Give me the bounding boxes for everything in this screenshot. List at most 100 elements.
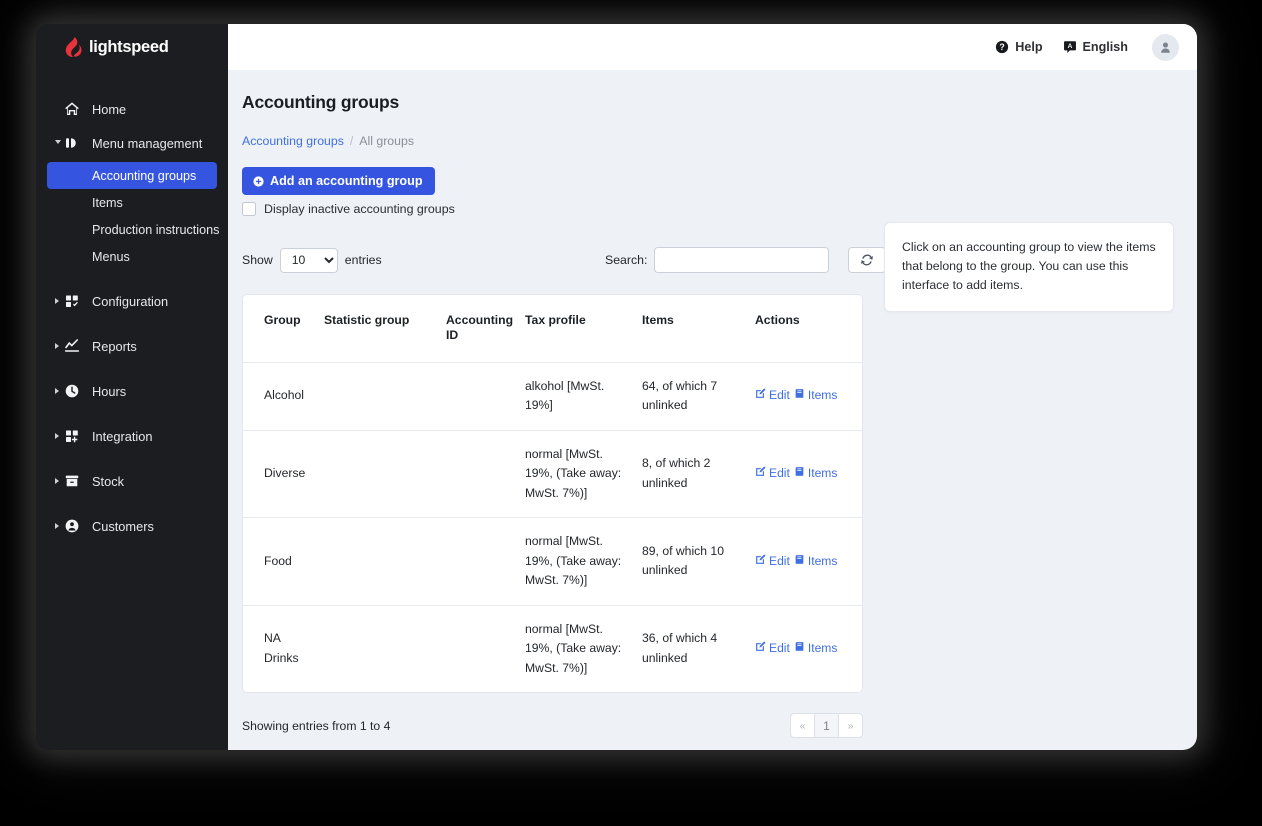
sidebar-item-label: Home (92, 101, 127, 117)
sidebar-item-production-instructions[interactable]: Production instructions (36, 216, 228, 243)
sidebar-item-configuration[interactable]: Configuration (36, 284, 228, 318)
clock-icon (63, 383, 80, 400)
cell-accounting-id (446, 517, 525, 606)
cell-items: 8, of which 2 unlinked (642, 430, 755, 519)
column-header-statistic-group[interactable]: Statistic group (324, 295, 446, 363)
items-link[interactable]: Items (794, 639, 838, 658)
add-accounting-group-label: Add an accounting group (270, 174, 423, 188)
application-window: lightspeed Home Menu management Accounti… (36, 24, 1197, 750)
cell-actions: Edit Items (755, 517, 862, 606)
items-label: Items (807, 553, 838, 568)
pagination-prev[interactable]: « (790, 713, 815, 739)
svg-text:A: A (1067, 43, 1072, 50)
cell-group: Food (243, 517, 324, 606)
page-size-select[interactable]: 102550100 (279, 247, 338, 273)
sidebar-submenu-menu-management: Accounting groups Items Production instr… (36, 162, 228, 270)
cell-items: 89, of which 10 unlinked (642, 517, 755, 606)
column-header-tax-profile[interactable]: Tax profile (525, 295, 642, 363)
chevron-right-icon (55, 478, 59, 484)
edit-icon (755, 639, 766, 658)
items-link[interactable]: Items (794, 552, 838, 571)
edit-label: Edit (769, 388, 790, 403)
cell-items: 64, of which 7 unlinked (642, 362, 755, 431)
help-icon: ? (995, 40, 1009, 54)
sidebar-item-home[interactable]: Home (36, 92, 228, 126)
top-bar: ? Help A English (228, 24, 1197, 70)
sidebar-item-integration[interactable]: Integration (36, 419, 228, 453)
items-book-icon (794, 464, 805, 483)
help-button[interactable]: ? Help (995, 40, 1043, 54)
edit-icon (755, 386, 766, 405)
breadcrumb: Accounting groups / All groups (242, 134, 1181, 148)
table-row[interactable]: Diverse normal [MwSt. 19%, (Take away: M… (243, 430, 862, 519)
items-label: Items (807, 641, 838, 656)
sidebar-item-stock[interactable]: Stock (36, 464, 228, 498)
brand-name: lightspeed (89, 37, 169, 56)
add-accounting-group-button[interactable]: Add an accounting group (242, 167, 435, 195)
stock-icon (63, 473, 80, 490)
sidebar-subitem-label: Menus (92, 249, 130, 264)
edit-link[interactable]: Edit (755, 386, 790, 405)
breadcrumb-link-accounting-groups[interactable]: Accounting groups (242, 134, 344, 148)
language-switcher[interactable]: A English (1063, 40, 1128, 54)
cell-statistic-group (324, 430, 446, 519)
breadcrumb-current: All groups (359, 134, 414, 148)
sidebar-item-menu-management[interactable]: Menu management (36, 126, 228, 160)
menu-management-icon (63, 135, 80, 152)
lightspeed-flame-icon (65, 37, 82, 57)
display-inactive-row: Display inactive accounting groups (242, 202, 1181, 216)
table-row[interactable]: Food normal [MwSt. 19%, (Take away: MwSt… (243, 517, 862, 606)
display-inactive-checkbox[interactable] (242, 202, 256, 216)
avatar[interactable] (1152, 33, 1179, 61)
items-book-icon (794, 386, 805, 405)
sidebar-subitem-label: Accounting groups (92, 168, 197, 183)
items-label: Items (807, 466, 838, 481)
cell-accounting-id (446, 362, 525, 431)
items-link[interactable]: Items (794, 464, 838, 483)
sidebar-item-items[interactable]: Items (36, 189, 228, 216)
sidebar-item-label: Customers (92, 518, 154, 534)
edit-link[interactable]: Edit (755, 639, 790, 658)
table-footer: Showing entries from 1 to 4 « 1 » (242, 713, 863, 739)
pagination-page-1[interactable]: 1 (814, 713, 839, 739)
pagination-next[interactable]: » (838, 713, 863, 739)
sidebar-item-menus[interactable]: Menus (36, 243, 228, 270)
brand-logo[interactable]: lightspeed (36, 24, 228, 70)
column-header-accounting-id[interactable]: Accounting ID (446, 295, 525, 363)
cell-statistic-group (324, 605, 446, 692)
cell-actions: Edit Items (755, 605, 862, 692)
home-icon (63, 101, 80, 118)
table-row[interactable]: Alcohol alkohol [MwSt. 19%] 64, of which… (243, 362, 862, 431)
edit-icon (755, 552, 766, 571)
items-link[interactable]: Items (794, 386, 837, 405)
page-size-group: Show 102550100 entries (242, 247, 382, 273)
sidebar-item-label: Integration (92, 428, 153, 444)
cell-tax-profile: alkohol [MwSt. 19%] (525, 362, 642, 431)
chevron-right-icon (55, 433, 59, 439)
search-input[interactable] (654, 247, 830, 273)
sidebar-item-hours[interactable]: Hours (36, 374, 228, 408)
page-title: Accounting groups (242, 92, 400, 112)
refresh-button[interactable] (848, 247, 887, 273)
cell-statistic-group (324, 517, 446, 606)
edit-link[interactable]: Edit (755, 552, 790, 571)
breadcrumb-separator: / (349, 134, 354, 148)
content-area: Accounting groups Accounting groups / Al… (228, 70, 1197, 750)
sidebar: lightspeed Home Menu management Accounti… (36, 24, 228, 750)
column-header-group[interactable]: Group (243, 295, 324, 363)
sidebar-item-reports[interactable]: Reports (36, 329, 228, 363)
table-row[interactable]: NA Drinks normal [MwSt. 19%, (Take away:… (243, 605, 862, 692)
sidebar-item-label: Hours (92, 383, 127, 399)
edit-link[interactable]: Edit (755, 464, 790, 483)
sidebar-item-accounting-groups[interactable]: Accounting groups (47, 162, 217, 189)
sidebar-item-customers[interactable]: Customers (36, 509, 228, 543)
cell-actions: Edit Items (755, 430, 862, 519)
column-header-items[interactable]: Items (642, 295, 755, 363)
cell-tax-profile: normal [MwSt. 19%, (Take away: MwSt. 7%)… (525, 621, 622, 675)
sidebar-subitem-label: Items (92, 195, 123, 210)
sidebar-item-label: Menu management (92, 135, 203, 151)
sidebar-item-label: Configuration (92, 293, 169, 309)
reports-icon (63, 338, 80, 355)
edit-label: Edit (769, 466, 790, 481)
user-icon (1161, 42, 1170, 53)
